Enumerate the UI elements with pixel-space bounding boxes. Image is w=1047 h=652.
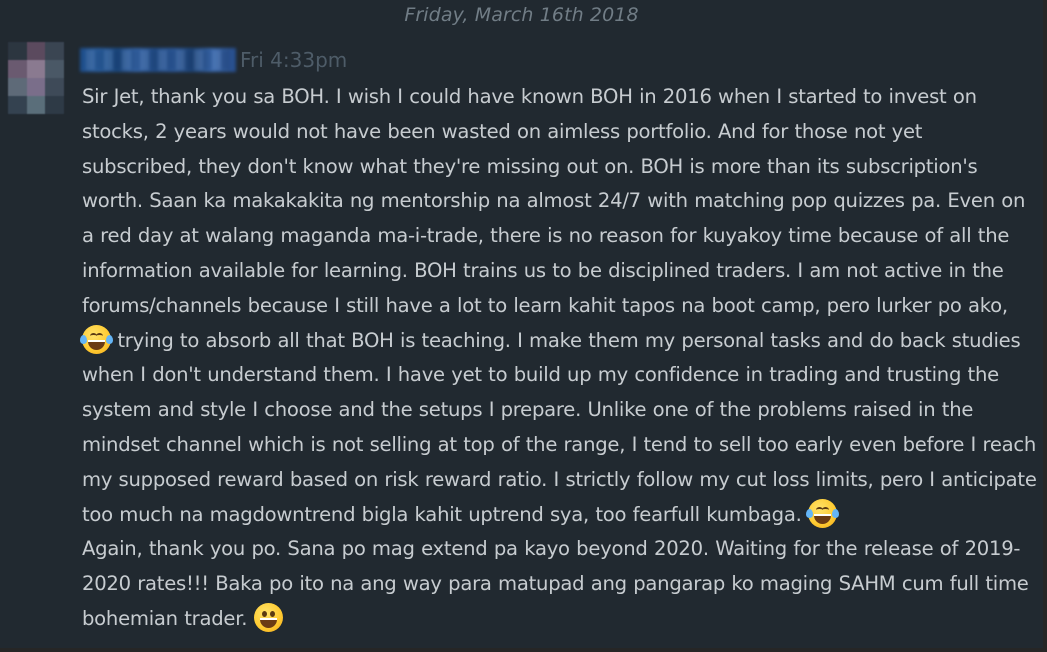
username-redacted[interactable] — [80, 48, 236, 72]
grinning-face-emoji — [253, 602, 283, 632]
date-divider: Friday, March 16th 2018 — [404, 4, 639, 26]
chat-panel: Friday, March 16th 2018 Fri 4:33pm Sir J… — [0, 0, 1047, 652]
message-text-part-3: Again, thank you po. Sana po mag extend … — [82, 537, 1029, 630]
message-text-part-1: Sir Jet, thank you sa BOH. I wish I coul… — [82, 85, 1026, 317]
message-timestamp: Fri 4:33pm — [240, 48, 348, 72]
message-text-part-2: trying to absorb all that BOH is teachin… — [82, 328, 1037, 526]
message-body: Sir Jet, thank you sa BOH. I wish I coul… — [80, 80, 1037, 637]
avatar[interactable] — [8, 42, 64, 114]
tears-of-joy-emoji — [80, 324, 113, 354]
tears-of-joy-emoji — [806, 498, 839, 528]
